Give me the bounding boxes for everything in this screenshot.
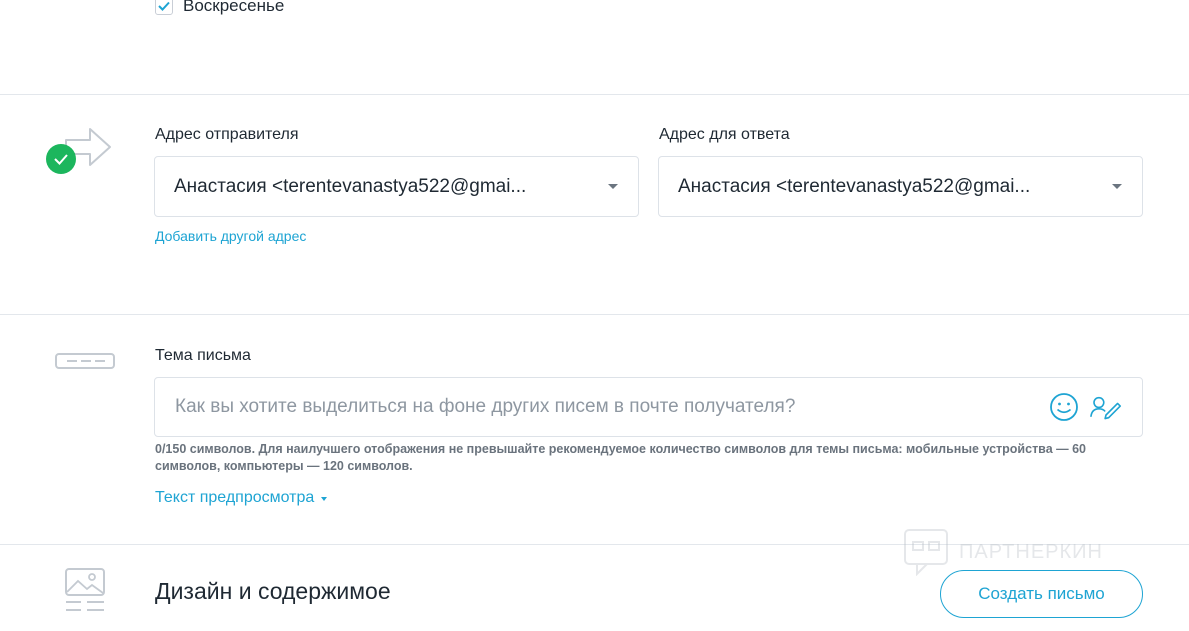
preview-text-toggle[interactable]: Текст предпросмотра (155, 489, 328, 507)
chevron-down-icon (1112, 184, 1122, 189)
reply-address-label: Адрес для ответа (659, 126, 790, 143)
subject-input[interactable] (175, 396, 1048, 418)
chevron-down-icon (608, 184, 618, 189)
subject-hint: 0/150 символов. Для наилучшего отображен… (155, 442, 1087, 473)
checkmark-icon (158, 1, 170, 11)
reply-address-value: Анастасия <terentevanastya522@gmai... (678, 175, 1031, 197)
weekday-checkbox-row[interactable]: Воскресенье (155, 0, 284, 16)
sunday-checkbox[interactable] (155, 0, 173, 15)
subject-label: Тема письма (155, 347, 251, 364)
design-section-title: Дизайн и содержимое (155, 578, 391, 604)
reply-address-select[interactable]: Анастасия <terentevanastya522@gmai... (658, 156, 1143, 217)
design-image-icon (65, 568, 105, 611)
personalize-icon[interactable] (1090, 391, 1122, 423)
watermark: ПАРТНЕРКИН (903, 528, 1103, 576)
watermark-text: ПАРТНЕРКИН (959, 540, 1103, 563)
subject-field-icon (55, 353, 115, 369)
watermark-logo-icon (904, 529, 948, 576)
create-email-button[interactable]: Создать письмо (940, 570, 1143, 618)
add-address-link[interactable]: Добавить другой адрес (155, 228, 306, 244)
section-divider (0, 314, 1189, 315)
chevron-down-icon (321, 497, 328, 501)
sender-arrow-icon (46, 128, 111, 174)
preview-text-label: Текст предпросмотра (155, 489, 315, 506)
sender-address-select[interactable]: Анастасия <terentevanastya522@gmai... (154, 156, 639, 217)
section-divider (0, 94, 1189, 95)
subject-field[interactable] (154, 377, 1143, 437)
sender-address-label: Адрес отправителя (155, 126, 299, 143)
sunday-label: Воскресенье (183, 0, 285, 15)
emoji-icon[interactable] (1048, 391, 1080, 423)
sender-address-value: Анастасия <terentevanastya522@gmai... (174, 175, 527, 197)
